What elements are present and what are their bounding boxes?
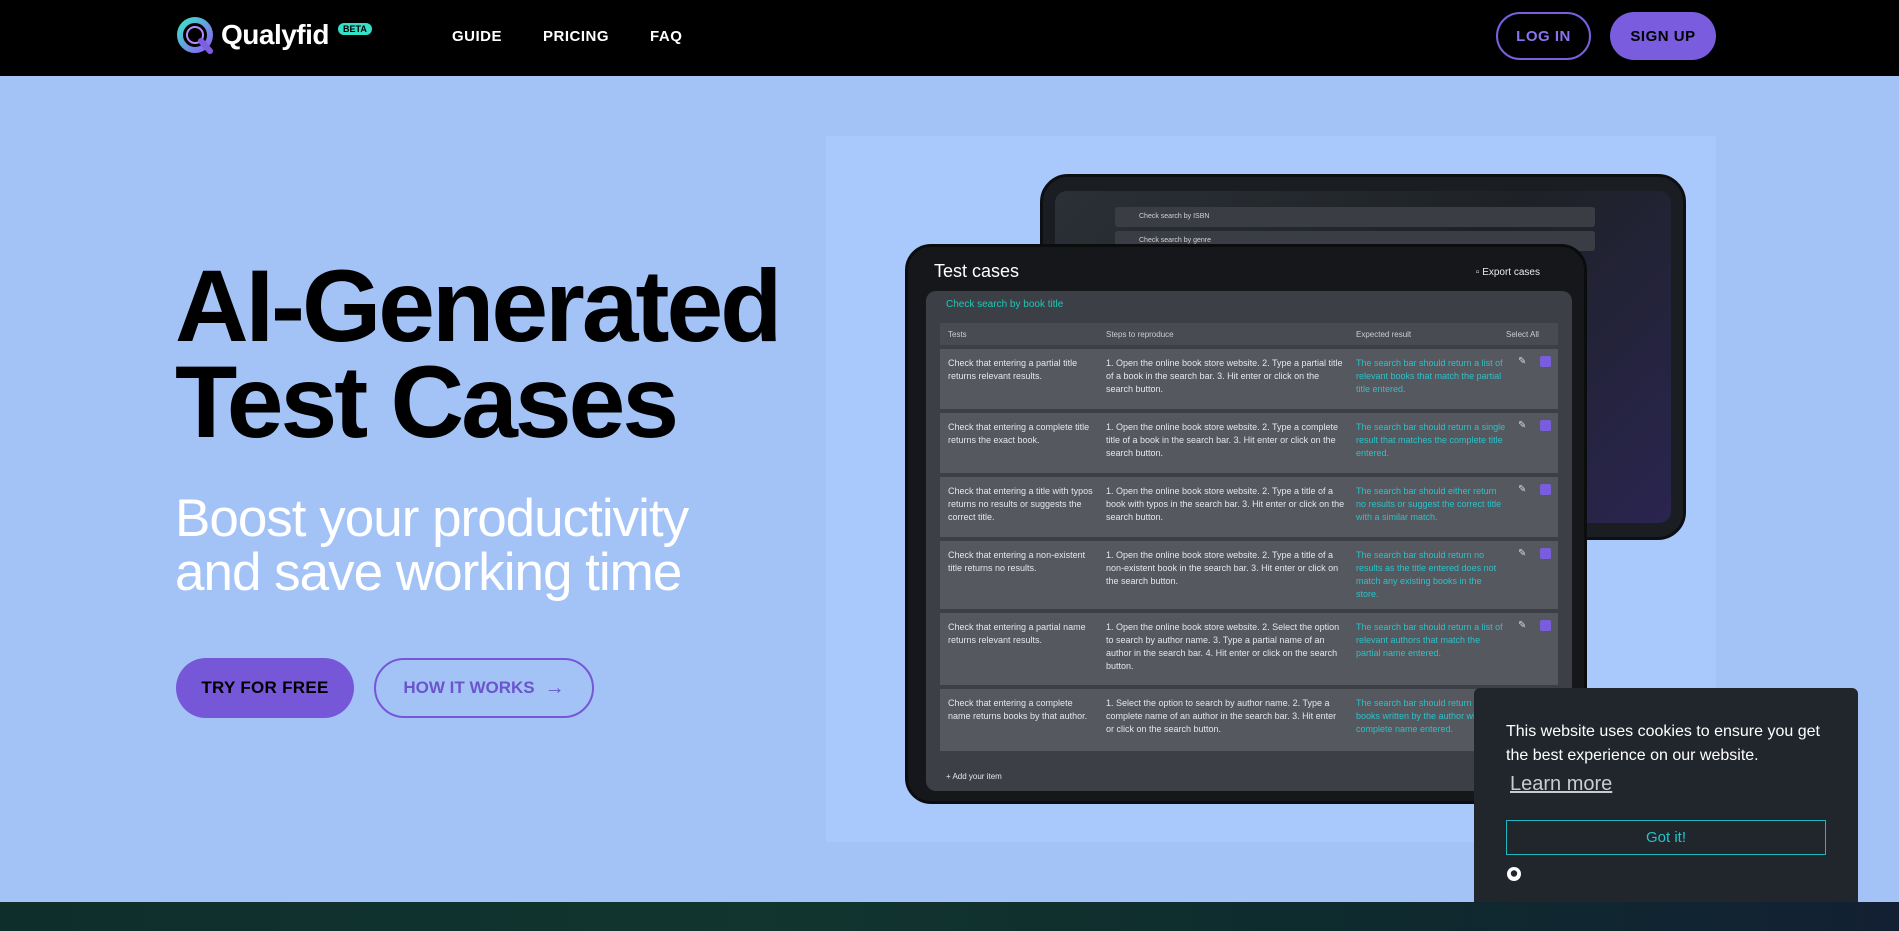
hero-subtitle-line2: and save working time bbox=[175, 543, 682, 602]
checkbox-icon bbox=[1540, 420, 1551, 431]
row-expected: The search bar should return a list of r… bbox=[1356, 622, 1503, 658]
row-steps: 1. Open the online book store website. 2… bbox=[1106, 550, 1339, 586]
checkbox-icon bbox=[1540, 484, 1551, 495]
header-select-all: Select All bbox=[1506, 330, 1539, 339]
table-row: Check that entering a partial name retur… bbox=[940, 613, 1558, 685]
checkbox-icon bbox=[1540, 620, 1551, 631]
table-row: Check that entering a title with typos r… bbox=[940, 477, 1558, 537]
search-group-title: Check search by book title bbox=[946, 299, 1064, 310]
row-steps: 1. Open the online book store website. 2… bbox=[1106, 358, 1343, 394]
bottom-section-strip bbox=[0, 902, 1899, 931]
header-steps: Steps to reproduce bbox=[1106, 330, 1174, 339]
pencil-icon: ✎ bbox=[1518, 548, 1527, 559]
hero-title-line2: Test Cases bbox=[175, 345, 679, 459]
nav-faq[interactable]: FAQ bbox=[650, 28, 682, 45]
cookie-message: This website uses cookies to ensure you … bbox=[1506, 723, 1820, 764]
header-tests: Tests bbox=[948, 330, 967, 339]
got-it-button[interactable]: Got it! bbox=[1506, 820, 1826, 855]
logo-icon bbox=[177, 17, 213, 54]
add-item: + Add your item bbox=[946, 772, 1002, 781]
hero-subtitle-line1: Boost your productivity bbox=[175, 489, 689, 548]
how-it-works-button[interactable]: HOW IT WORKS → bbox=[374, 658, 594, 718]
pencil-icon: ✎ bbox=[1518, 620, 1527, 631]
row-expected: The search bar should return no results … bbox=[1356, 550, 1497, 599]
row-test: Check that entering a partial name retur… bbox=[948, 622, 1086, 645]
nav-links: GUIDE PRICING FAQ bbox=[452, 28, 682, 45]
row-steps: 1. Select the option to search by author… bbox=[1106, 698, 1337, 734]
row-test: Check that entering a title with typos r… bbox=[948, 486, 1093, 522]
hero-title: AI-Generated Test Cases bbox=[175, 255, 782, 453]
header-expected: Expected result bbox=[1356, 330, 1412, 339]
row-expected: The search bar should return a single re… bbox=[1356, 422, 1506, 458]
checkbox-icon bbox=[1540, 356, 1551, 367]
nav-guide[interactable]: GUIDE bbox=[452, 28, 502, 45]
table-row: Check that entering a partial title retu… bbox=[940, 349, 1558, 409]
row-test: Check that entering a partial title retu… bbox=[948, 358, 1078, 381]
export-cases: ▫ Export cases bbox=[1475, 267, 1540, 278]
login-button[interactable]: LOG IN bbox=[1496, 12, 1591, 60]
row-steps: 1. Open the online book store website. 2… bbox=[1106, 622, 1340, 671]
row-test: Check that entering a complete title ret… bbox=[948, 422, 1090, 445]
top-navbar: Qualyfid BETA GUIDE PRICING FAQ LOG IN S… bbox=[0, 0, 1899, 76]
pencil-icon: ✎ bbox=[1518, 484, 1527, 495]
signup-button[interactable]: SIGN UP bbox=[1610, 12, 1716, 60]
beta-badge: BETA bbox=[338, 23, 372, 35]
hero-subtitle: Boost your productivity and save working… bbox=[175, 489, 689, 602]
row-test: Check that entering a non-existent title… bbox=[948, 550, 1086, 573]
row-test: Check that entering a complete name retu… bbox=[948, 698, 1088, 721]
row-expected: The search bar should either return no r… bbox=[1356, 486, 1502, 522]
test-cases-title: Test cases bbox=[934, 261, 1020, 281]
row-expected: The search bar should return a list of r… bbox=[1356, 358, 1503, 394]
brand-name: Qualyfid bbox=[221, 19, 330, 50]
export-label: Export cases bbox=[1482, 267, 1540, 278]
checkbox-icon bbox=[1540, 548, 1551, 559]
back-row: Check search by ISBN bbox=[1115, 207, 1595, 227]
try-for-free-button[interactable]: TRY FOR FREE bbox=[176, 658, 354, 718]
table-row: Check that entering a non-existent title… bbox=[940, 541, 1558, 609]
learn-more-link[interactable]: Learn more bbox=[1510, 773, 1612, 796]
table-row: Check that entering a complete name retu… bbox=[940, 689, 1558, 751]
nav-pricing[interactable]: PRICING bbox=[543, 28, 609, 45]
row-steps: 1. Open the online book store website. 2… bbox=[1106, 486, 1345, 522]
arrow-right-icon: → bbox=[544, 676, 565, 699]
how-it-works-label: HOW IT WORKS bbox=[403, 678, 535, 697]
cookie-icon[interactable] bbox=[1506, 866, 1522, 882]
brand-logo[interactable]: Qualyfid BETA bbox=[175, 15, 372, 55]
row-steps: 1. Open the online book store website. 2… bbox=[1106, 422, 1338, 458]
table-row: Check that entering a complete title ret… bbox=[940, 413, 1558, 473]
cookie-banner: This website uses cookies to ensure you … bbox=[1474, 688, 1858, 924]
pencil-icon: ✎ bbox=[1518, 356, 1527, 367]
pencil-icon: ✎ bbox=[1518, 420, 1527, 431]
table-header: Tests Steps to reproduce Expected result… bbox=[940, 323, 1558, 345]
